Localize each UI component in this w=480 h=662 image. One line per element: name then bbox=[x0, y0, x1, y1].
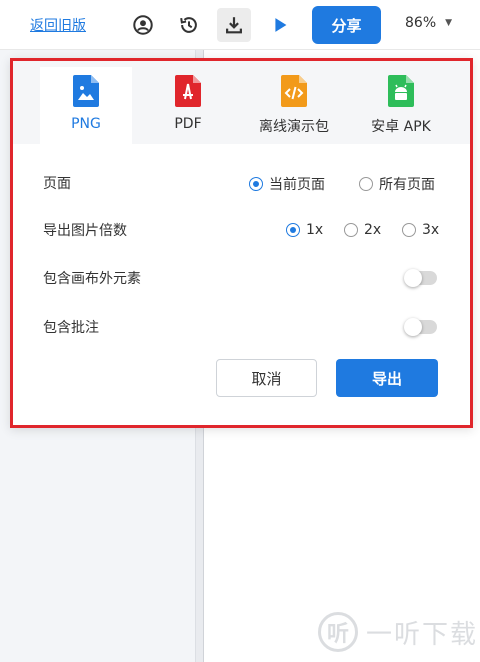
include-outside-elements-toggle[interactable] bbox=[404, 269, 437, 287]
radio-label: 1x bbox=[306, 222, 324, 238]
tab-offline-package[interactable]: 离线演示包 bbox=[248, 67, 340, 144]
toggle-knob bbox=[404, 318, 422, 336]
tab-label: PNG bbox=[71, 116, 101, 132]
watermark-logo: 听 bbox=[318, 612, 358, 652]
radio-label: 所有页面 bbox=[379, 177, 435, 193]
image-file-icon bbox=[73, 75, 99, 107]
tab-label: 离线演示包 bbox=[259, 119, 329, 135]
user-circle-icon[interactable] bbox=[126, 8, 160, 42]
scale-1x-radio[interactable]: 1x bbox=[286, 222, 323, 238]
tab-label: 安卓 APK bbox=[371, 119, 431, 135]
caret-down-icon: ▼ bbox=[445, 18, 453, 28]
pages-label: 页面 bbox=[43, 176, 71, 192]
share-button[interactable]: 分享 bbox=[312, 6, 381, 44]
radio-label: 3x bbox=[422, 222, 440, 238]
pdf-file-icon bbox=[175, 75, 201, 107]
include-outside-elements-label: 包含画布外元素 bbox=[43, 271, 141, 287]
radio-label: 2x bbox=[364, 222, 382, 238]
export-button[interactable]: 导出 bbox=[336, 359, 438, 397]
export-dialog: PNG PDF 离线演示包 安卓 APK 页面 当前页面 所有页面 导出图片倍数… bbox=[10, 58, 473, 428]
export-format-tabs: PNG PDF 离线演示包 安卓 APK bbox=[13, 61, 470, 144]
radio-circle bbox=[402, 223, 416, 237]
image-scale-label: 导出图片倍数 bbox=[43, 223, 127, 239]
radio-label: 当前页面 bbox=[269, 177, 325, 193]
back-to-old-version-link[interactable]: 返回旧版 bbox=[30, 15, 86, 35]
scale-3x-radio[interactable]: 3x bbox=[402, 222, 439, 238]
code-file-icon bbox=[281, 75, 307, 107]
top-toolbar: 返回旧版 分享 86% ▼ bbox=[0, 0, 480, 50]
tab-android-apk[interactable]: 安卓 APK bbox=[355, 67, 447, 144]
zoom-level: 86% bbox=[405, 15, 437, 31]
cancel-button[interactable]: 取消 bbox=[216, 359, 317, 397]
zoom-dropdown[interactable]: 86% ▼ bbox=[405, 15, 452, 31]
radio-circle bbox=[249, 177, 263, 191]
tab-png[interactable]: PNG bbox=[40, 67, 132, 144]
radio-circle bbox=[344, 223, 358, 237]
watermark: 听 一听下载 bbox=[318, 612, 478, 652]
all-pages-radio[interactable]: 所有页面 bbox=[359, 174, 435, 194]
radio-circle bbox=[286, 223, 300, 237]
download-icon[interactable] bbox=[217, 8, 251, 42]
toggle-knob bbox=[404, 269, 422, 287]
play-icon[interactable] bbox=[263, 8, 297, 42]
tab-label: PDF bbox=[174, 116, 202, 132]
include-comments-label: 包含批注 bbox=[43, 320, 99, 336]
history-icon[interactable] bbox=[172, 8, 206, 42]
android-file-icon bbox=[388, 75, 414, 107]
radio-circle bbox=[359, 177, 373, 191]
scale-2x-radio[interactable]: 2x bbox=[344, 222, 381, 238]
tab-pdf[interactable]: PDF bbox=[142, 67, 234, 144]
watermark-text: 一听下载 bbox=[366, 619, 479, 650]
include-comments-toggle[interactable] bbox=[404, 318, 437, 336]
current-page-radio[interactable]: 当前页面 bbox=[249, 174, 325, 194]
